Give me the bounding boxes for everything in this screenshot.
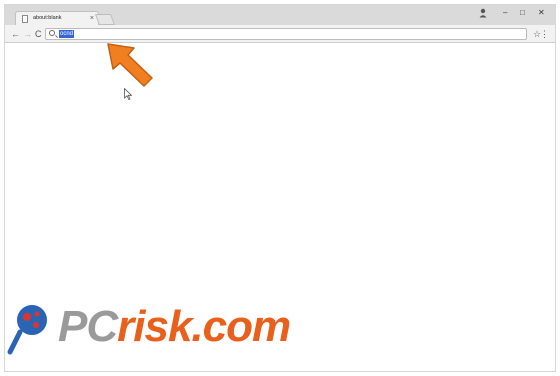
document-icon: [22, 15, 28, 23]
logo-risk-text: risk.com: [117, 302, 291, 351]
pcrisk-logo-text: PCrisk.com: [58, 302, 291, 352]
maximize-button[interactable]: □: [520, 7, 525, 19]
mouse-cursor-icon: [124, 88, 132, 100]
back-button[interactable]: ←: [11, 27, 20, 41]
reload-button[interactable]: C: [35, 27, 42, 41]
person-icon[interactable]: [479, 8, 487, 18]
menu-button[interactable]: ⋮: [540, 27, 549, 41]
tab-title: about:blank: [33, 15, 62, 21]
orange-arrow-icon: [107, 43, 153, 87]
tab-close-button[interactable]: ×: [90, 12, 94, 25]
browser-toolbar: ← → C ocnd ☆ ⋮: [5, 25, 555, 43]
browser-tab[interactable]: about:blank ×: [15, 11, 99, 25]
new-tab-button[interactable]: [94, 14, 116, 25]
address-text[interactable]: ocnd: [59, 30, 75, 38]
close-window-button[interactable]: ✕: [538, 7, 545, 19]
title-bar: about:blank × – □ ✕: [5, 5, 555, 25]
forward-button[interactable]: →: [23, 27, 32, 41]
minimize-button[interactable]: –: [503, 7, 507, 19]
search-icon: [49, 30, 55, 36]
logo-pc-text: PC: [58, 302, 118, 351]
